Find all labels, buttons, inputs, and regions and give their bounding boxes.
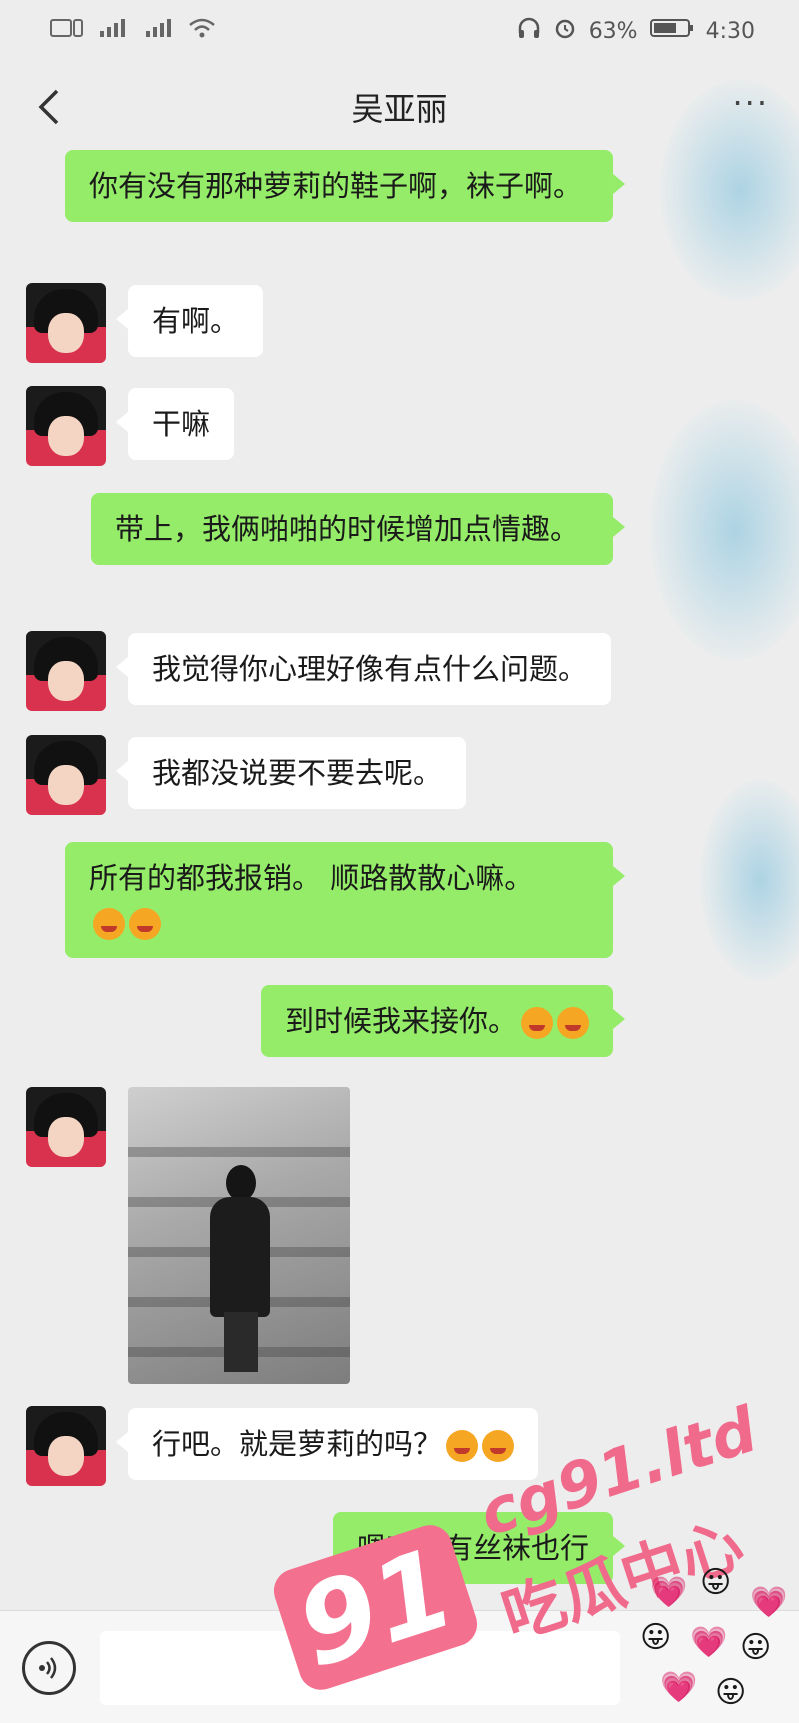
message-outgoing[interactable]: 你有没有那种萝莉的鞋子啊，袜子啊。 (65, 150, 625, 222)
status-bar: 63% 4:30 (0, 0, 799, 62)
avatar[interactable] (26, 386, 106, 466)
emoji-icon: 😛 (740, 1630, 772, 1665)
emoji-icon: 😛 (640, 1620, 672, 1655)
signal-icon (142, 17, 176, 45)
battery-percent: 63% (588, 18, 638, 44)
message-incoming[interactable]: 干嘛 (115, 388, 235, 460)
status-left (50, 17, 216, 45)
message-outgoing[interactable]: 带上，我俩啪啪的时候增加点情趣。 (91, 493, 625, 565)
message-input[interactable] (100, 1631, 620, 1705)
message-outgoing[interactable]: 到时候我来接你。 (260, 985, 626, 1057)
message-incoming[interactable]: 行吧。就是萝莉的吗？ (115, 1408, 539, 1480)
back-button[interactable] (24, 82, 74, 132)
avatar[interactable] (26, 1087, 106, 1167)
chat-header: 吴亚丽 ··· (0, 62, 799, 152)
emoji-icon: 😛 (715, 1675, 747, 1710)
decor-wash (650, 400, 799, 660)
avatar[interactable] (26, 1406, 106, 1486)
photo-message[interactable] (128, 1087, 350, 1384)
emoji-icon (446, 1430, 479, 1462)
heart-icon: 💗 (650, 1575, 688, 1610)
photo-detail (128, 1147, 350, 1157)
emoji-icon (129, 908, 161, 940)
heart-icon: 💗 (660, 1670, 698, 1705)
alarm-icon (553, 16, 577, 46)
voice-button[interactable] (22, 1641, 76, 1695)
emoji-icon (557, 1007, 589, 1039)
message-text: 到时候我来接你。 (284, 1004, 517, 1038)
avatar[interactable] (26, 631, 106, 711)
signal-icon (96, 17, 130, 45)
message-incoming[interactable]: 有啊。 (115, 285, 264, 357)
photo-detail (210, 1197, 270, 1317)
message-outgoing[interactable]: 所有的都我报销。 顺路散散心嘛。 (65, 842, 625, 958)
chevron-left-icon (38, 89, 59, 125)
heart-icon: 💗 (690, 1625, 728, 1660)
message-incoming[interactable]: 我觉得你心理好像有点什么问题。 (115, 633, 612, 705)
message-outgoing[interactable]: 嗯嗯，有丝袜也行 (332, 1512, 626, 1584)
emoji-icon (482, 1430, 515, 1462)
avatar[interactable] (26, 283, 106, 363)
emoji-icon (521, 1007, 553, 1039)
voice-icon (39, 1657, 57, 1679)
status-right: 63% 4:30 (517, 16, 755, 46)
emoji-icon (93, 908, 125, 940)
avatar[interactable] (26, 735, 106, 815)
more-options-button[interactable]: ··· (732, 84, 769, 122)
wifi-icon (188, 17, 216, 45)
chat-title: 吴亚丽 (351, 90, 448, 128)
emoji-icon: 😛 (700, 1565, 732, 1600)
decor-wash (700, 780, 799, 980)
battery-icon (649, 17, 694, 45)
sim-card-icon (50, 18, 84, 44)
message-text: 所有的都我报销。 顺路散散心嘛。 (89, 861, 534, 895)
photo-detail (226, 1165, 256, 1201)
message-incoming[interactable]: 我都没说要不要去呢。 (115, 737, 467, 809)
photo-detail (224, 1312, 258, 1372)
headphones-icon (517, 17, 541, 45)
heart-icon: 💗 (750, 1585, 788, 1620)
clock-time: 4:30 (705, 18, 755, 44)
message-text: 行吧。就是萝莉的吗？ (152, 1427, 443, 1461)
sticker-decoration: 💗 😛 💗 😛 💗 😛 💗 😛 (640, 1565, 799, 1723)
